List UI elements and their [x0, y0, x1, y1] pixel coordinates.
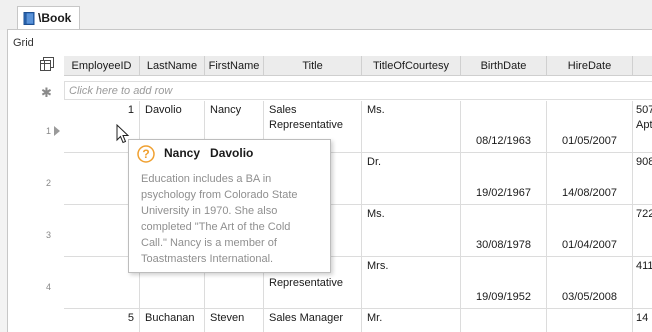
document-tabstrip: \Book: [0, 0, 652, 30]
cell-hiredate[interactable]: 01/04/2007: [547, 205, 633, 257]
cell-titleofcourtesy[interactable]: Ms.: [362, 205, 461, 257]
cell-birthdate-text: 30/08/1978: [475, 239, 532, 251]
tab-book-label: \Book: [38, 11, 72, 25]
row-number: 4: [46, 282, 52, 292]
row-header[interactable]: 4: [8, 257, 64, 309]
column-header-firstname[interactable]: FirstName: [205, 56, 264, 76]
row-header[interactable]: 3: [8, 205, 64, 257]
row-header[interactable]: 2: [8, 153, 64, 205]
table-row[interactable]: 5 Buchanan Steven Sales Manager Mr. 14: [64, 309, 652, 332]
cell-birthdate-text: 19/02/1967: [475, 187, 532, 199]
new-row-placeholder[interactable]: Click here to add row: [64, 81, 652, 100]
cell-address[interactable]: 14: [633, 309, 652, 332]
cell-hiredate-text: 01/05/2007: [561, 135, 618, 147]
employee-note-tooltip: ? Nancy Davolio Education includes a BA i…: [128, 139, 331, 273]
cell-birthdate[interactable]: 08/12/1963: [461, 101, 547, 153]
cell-hiredate-text: 03/05/2008: [561, 291, 618, 303]
row-number: 1: [46, 126, 52, 136]
row-number: 3: [46, 230, 52, 240]
cell-firstname[interactable]: Steven: [205, 309, 264, 332]
cell-birthdate-text: 08/12/1963: [475, 135, 532, 147]
tooltip-body: Education includes a BA in psychology fr…: [141, 173, 298, 265]
grid-section-label: Grid: [13, 37, 34, 49]
column-header-lastname[interactable]: LastName: [140, 56, 205, 76]
cell-birthdate[interactable]: 19/02/1967: [461, 153, 547, 205]
tooltip-title: Nancy Davolio: [164, 146, 253, 160]
cell-titleofcourtesy[interactable]: Mr.: [362, 309, 461, 332]
tab-book[interactable]: \Book: [17, 6, 80, 29]
cell-hiredate-text: 01/04/2007: [561, 239, 618, 251]
cell-birthdate-text: 19/09/1952: [475, 291, 532, 303]
cell-hiredate[interactable]: [547, 309, 633, 332]
current-row-arrow-icon: [54, 126, 60, 136]
cell-titleofcourtesy[interactable]: Mrs.: [362, 257, 461, 309]
cell-address[interactable]: 507 Apt: [633, 101, 652, 153]
help-icon: ?: [137, 145, 155, 163]
cell-titleofcourtesy[interactable]: Dr.: [362, 153, 461, 205]
cell-hiredate-text: 14/08/2007: [561, 187, 618, 199]
column-header-address[interactable]: [633, 56, 652, 76]
cell-hiredate[interactable]: 03/05/2008: [547, 257, 633, 309]
cell-address[interactable]: 908: [633, 153, 652, 205]
cell-address[interactable]: 722: [633, 205, 652, 257]
column-header-title[interactable]: Title: [264, 56, 362, 76]
new-row-asterisk-icon: ✱: [41, 85, 52, 100]
column-header-hiredate[interactable]: HireDate: [547, 56, 633, 76]
column-header-employeeid[interactable]: EmployeeID: [64, 56, 140, 76]
cell-hiredate[interactable]: 14/08/2007: [547, 153, 633, 205]
cell-birthdate[interactable]: 30/08/1978: [461, 205, 547, 257]
cell-title[interactable]: Sales Manager: [264, 309, 362, 332]
row-number: 2: [46, 178, 52, 188]
new-row-placeholder-text: Click here to add row: [69, 85, 173, 97]
tooltip-first-name: Nancy: [164, 146, 201, 160]
cell-hiredate[interactable]: 01/05/2007: [547, 101, 633, 153]
tooltip-last-name: Davolio: [210, 146, 254, 160]
row-header[interactable]: 1: [8, 101, 64, 153]
column-header-titleofcourtesy[interactable]: TitleOfCourtesy: [362, 56, 461, 76]
column-chooser-icon[interactable]: [40, 57, 54, 71]
column-header-birthdate[interactable]: BirthDate: [461, 56, 547, 76]
row-header[interactable]: [8, 309, 64, 332]
cell-employeeid[interactable]: 5: [64, 309, 140, 332]
cell-address[interactable]: 411: [633, 257, 652, 309]
cell-lastname[interactable]: Buchanan: [140, 309, 205, 332]
cell-titleofcourtesy[interactable]: Ms.: [362, 101, 461, 153]
svg-text:?: ?: [142, 147, 149, 161]
cell-birthdate[interactable]: [461, 309, 547, 332]
book-icon: [23, 11, 35, 25]
cell-birthdate[interactable]: 19/09/1952: [461, 257, 547, 309]
